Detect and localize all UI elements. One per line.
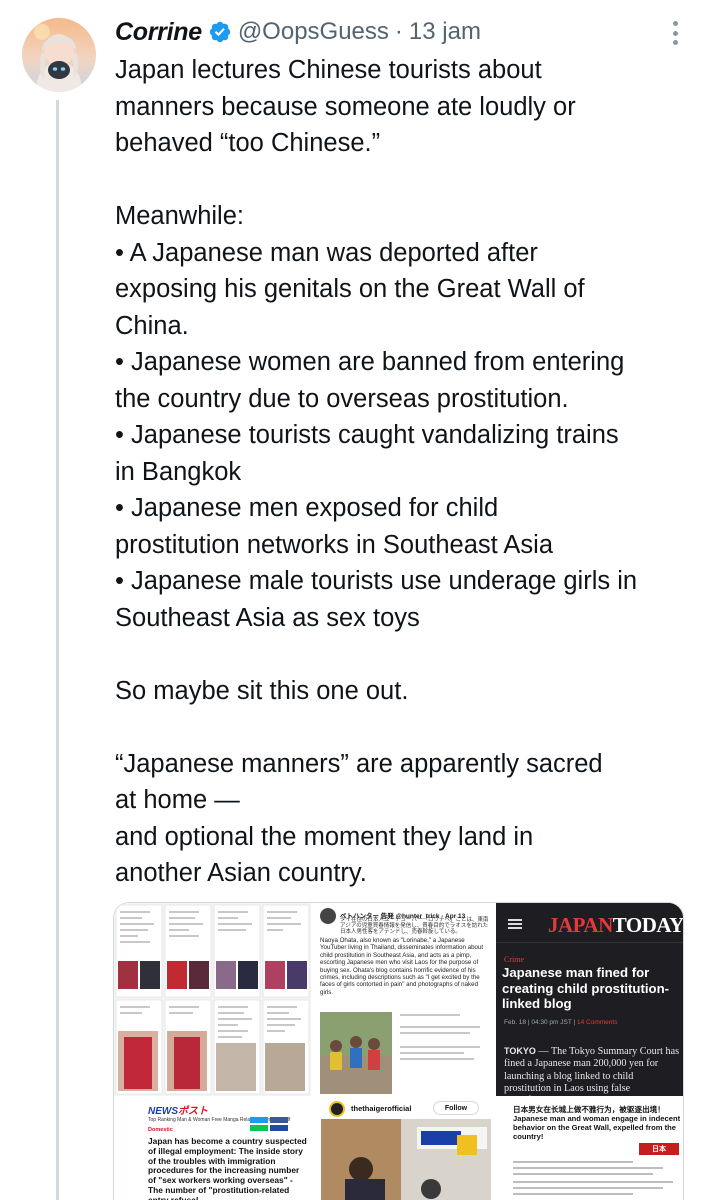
follow-button[interactable]: Follow: [433, 1101, 479, 1115]
japantoday-logo: JAPANTODAY: [548, 913, 684, 938]
tweet-text-line: prostitution networks in Southeast Asia: [115, 530, 553, 559]
article-category: Crime: [504, 955, 524, 964]
tweet-text-line: another Asian country.: [115, 859, 367, 887]
tweet-text-line: • Japanese male tourists use underage gi…: [115, 567, 638, 595]
media-image-great-wall-article[interactable]: 日本男女在长城上做不雅行为，被驱逐出境！ Japanese man and wo…: [493, 1099, 683, 1200]
tweet-text-line: • Japanese men exposed for child: [115, 494, 499, 522]
newspost-headline: Japan has become a country suspected of …: [148, 1136, 307, 1200]
article-date-text: Feb. 18 | 04:30 pm JST |: [504, 1019, 576, 1026]
great-wall-badge: 日本: [639, 1143, 679, 1155]
news-post-header: ベトハンター 告発 @hunter_trick · Apr 13 タイ在住の日本…: [318, 906, 490, 935]
great-wall-article-text-lines: [513, 1161, 673, 1195]
tweet-text-line: • A Japanese man was deported after: [115, 238, 538, 267]
tweet-text-line: at home —: [115, 786, 240, 814]
hamburger-menu-icon: [508, 919, 522, 929]
article-dateline: TOKYO: [504, 1046, 536, 1056]
news-post-japanese-text: タイ在住の日本人ユーチューバー「ロリナベ」ことは、東南アジアの児童買春情報を発信…: [340, 917, 489, 936]
great-wall-english-title: Japanese man and woman engage in indecen…: [513, 1114, 681, 1141]
tweet-text-line: behaved “too Chinese.”: [115, 129, 381, 157]
tweet-text-line: and optional the moment they land in: [115, 822, 534, 851]
thaiger-account-name: thethaigerofficial: [351, 1104, 412, 1113]
tweet-text-line: • Japanese tourists caught vandalizing t…: [115, 421, 619, 449]
tweet-text-line: in Bangkok: [115, 457, 242, 486]
avatar-image: [22, 18, 96, 92]
timestamp[interactable]: 13 jam: [409, 18, 481, 46]
media-image-japantoday-article[interactable]: JAPANTODAY Crime Japanese man fined for …: [496, 903, 684, 1096]
tweet-text-line: • Japanese women are banned from enterin…: [115, 348, 625, 376]
train-photo-thumbnail: [321, 1119, 491, 1200]
media-image-news-post[interactable]: ベトハンター 告発 @hunter_trick · Apr 13 タイ在住の日本…: [314, 903, 494, 1096]
newspost-logo-a: NEWS: [148, 1106, 178, 1117]
tweet-text-line: Southeast Asia as sex toys: [115, 603, 420, 632]
news-post-avatar-icon: [320, 908, 336, 924]
separator-dot: ·: [394, 18, 403, 45]
media-image-thaiger-post[interactable]: thethaigerofficial Follow: [321, 1099, 491, 1200]
tweet-text-line: Meanwhile:: [115, 202, 244, 230]
tweet-text-line: So maybe sit this one out.: [115, 676, 409, 705]
tweet-text-line: exposing his genitals on the Great Wall …: [115, 275, 585, 303]
newspost-category: Domestic: [148, 1127, 173, 1133]
tweet-text-line: Japan lectures Chinese tourists about: [115, 56, 542, 84]
verified-badge-icon: [208, 20, 232, 44]
thaiger-avatar-icon: [329, 1101, 345, 1117]
japantoday-header: JAPANTODAY: [496, 903, 684, 943]
tweet-text-line: the country due to overseas prostitution…: [115, 384, 569, 413]
newspost-logo-b: ポスト: [178, 1106, 208, 1117]
avatar[interactable]: [22, 18, 96, 92]
media-image-tweet-grid[interactable]: [114, 903, 311, 1096]
tweet-text-line: manners because someone ate loudly or: [115, 92, 576, 121]
more-options-icon[interactable]: [665, 18, 685, 48]
japantoday-logo-white: TODAY: [612, 913, 684, 937]
media-collage[interactable]: ベトハンター 告発 @hunter_trick · Apr 13 タイ在住の日本…: [113, 902, 684, 1200]
tweet-header: Corrine @OopsGuess · 13 jam: [115, 14, 685, 50]
user-handle[interactable]: @OopsGuess: [238, 18, 389, 46]
tweet-text-line: “Japanese manners” are apparently sacred: [115, 749, 603, 778]
kids-photo-thumbnail: [314, 1006, 494, 1096]
display-name[interactable]: Corrine: [115, 18, 202, 47]
share-buttons-icon: [250, 1117, 288, 1131]
tweet-text: Japan lectures Chinese tourists about man…: [115, 52, 695, 892]
news-post-body: Naoya Ohata, also known as "Lorinabe," a…: [320, 937, 484, 996]
media-image-newspost-article[interactable]: NEWSポスト Top Ranking Man & Woman Free Man…: [114, 1099, 319, 1200]
tweet-grid-thumbnail: [114, 903, 311, 1096]
article-date: Feb. 18 | 04:30 pm JST | 14 Comments: [504, 1019, 617, 1026]
article-comments: 14 Comments: [577, 1019, 618, 1026]
newspost-logo: NEWSポスト: [148, 1102, 208, 1117]
japantoday-logo-red: JAPAN: [548, 913, 613, 937]
article-headline: Japanese man fined for creating child pr…: [502, 965, 670, 1011]
thread-connector-line: [56, 100, 59, 1200]
tweet-text-line: China.: [115, 311, 189, 340]
article-body: TOKYO — The Tokyo Summary Court has fine…: [504, 1045, 680, 1096]
